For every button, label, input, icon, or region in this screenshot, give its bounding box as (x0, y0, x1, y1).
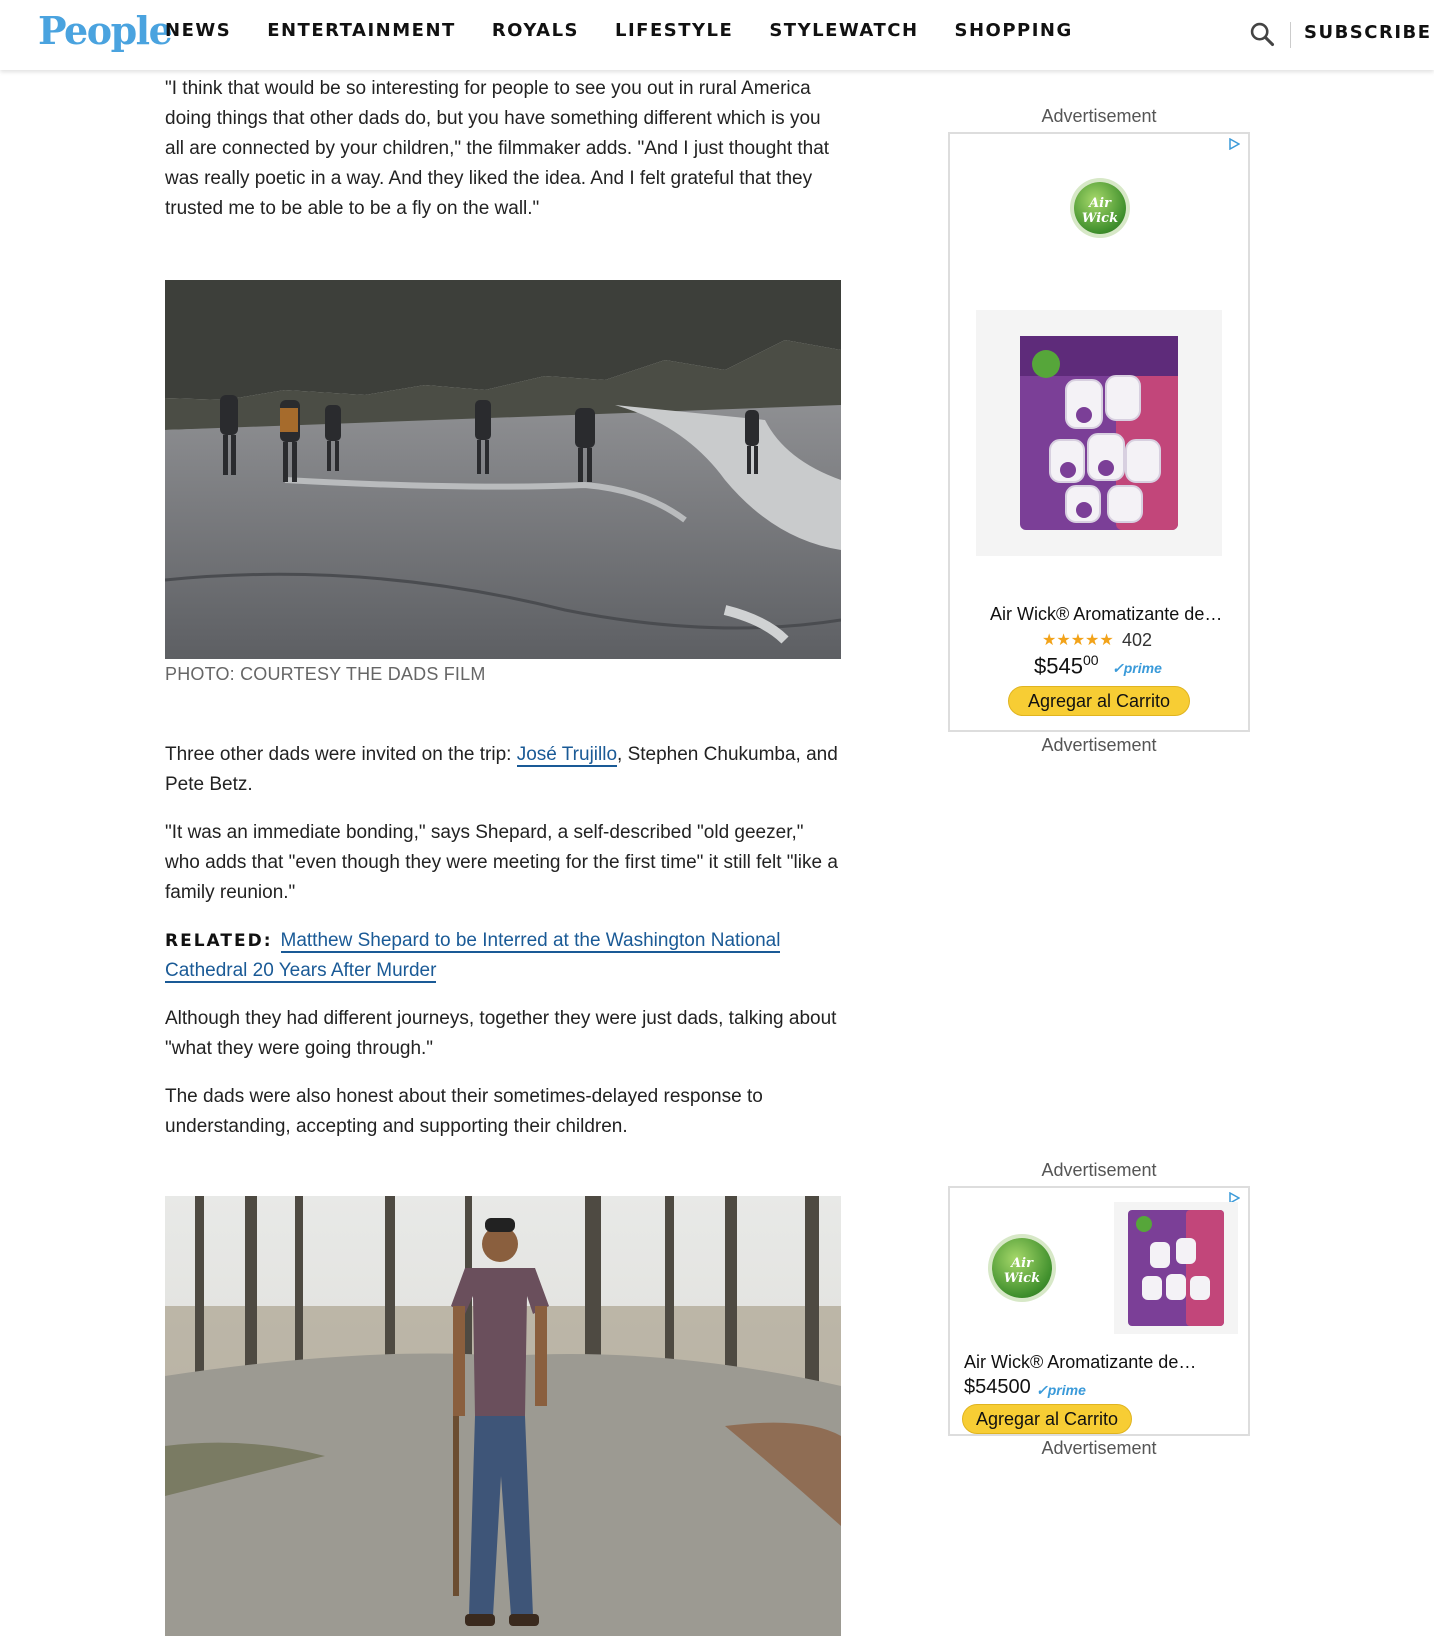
add-to-cart-button[interactable]: Agregar al Carrito (1008, 686, 1190, 716)
ad-product-title[interactable]: Air Wick® Aromatizante de… (990, 604, 1222, 625)
product-image[interactable] (976, 310, 1222, 556)
article-paragraph: Although they had different journeys, to… (165, 1008, 837, 1059)
prime-badge-icon: ✓prime (1036, 1382, 1086, 1398)
article-photo-man-in-woods (165, 1196, 841, 1636)
search-icon[interactable] (1248, 20, 1276, 48)
nav-lifestyle[interactable]: LIFESTYLE (615, 20, 733, 41)
advertisement-label: Advertisement (1041, 1160, 1157, 1180)
brand-name: Air Wick (1081, 196, 1119, 226)
price-main: 545 (1046, 653, 1083, 679)
ad-unit[interactable]: Air Wick Air Wick® Aromatizante de… ★★★★… (948, 132, 1250, 732)
main-nav: NEWS ENTERTAINMENT ROYALS LIFESTYLE STYL… (165, 20, 1073, 41)
nav-shopping[interactable]: SHOPPING (955, 20, 1073, 41)
jose-trujillo-link[interactable]: José Trujillo (516, 744, 618, 767)
nav-royals[interactable]: ROYALS (492, 20, 579, 41)
ad-choices-icon[interactable] (1228, 138, 1240, 150)
ad-product-title[interactable]: Air Wick® Aromatizante de… (964, 1352, 1196, 1373)
rating-stars-icon: ★★★★★ (1042, 632, 1114, 649)
nav-stylewatch[interactable]: STYLEWATCH (769, 20, 918, 41)
photo-caption: PHOTO: COURTESY THE DADS FILM (165, 664, 486, 684)
people-logo[interactable]: People (38, 8, 173, 53)
ad-price: $54500 (964, 1376, 1031, 1398)
related-label: RELATED: (165, 931, 273, 951)
subscribe-link[interactable]: SUBSCRIBE (1304, 22, 1432, 43)
nav-news[interactable]: NEWS (165, 20, 231, 41)
air-wick-logo: Air Wick (992, 1238, 1052, 1298)
article-paragraph: Three other dads were invited on the tri… (165, 740, 841, 800)
advertisement-label: Advertisement (1041, 1438, 1157, 1458)
ad-price: $54500 (1034, 652, 1099, 679)
price-currency: $ (1034, 653, 1047, 679)
paragraph-text: Three other dads were invited on the tri… (165, 744, 517, 765)
advertisement-label: Advertisement (1041, 735, 1157, 755)
advertisement-label: Advertisement (1041, 106, 1157, 126)
ad-unit[interactable]: Air Wick Air Wick® Aromatizante de… $545… (948, 1186, 1250, 1436)
price-cents: 00 (1082, 652, 1099, 668)
prime-badge-icon: ✓prime (1112, 660, 1162, 676)
related-article: RELATED: Matthew Shepard to be Interred a… (165, 926, 841, 986)
add-to-cart-button[interactable]: Agregar al Carrito (962, 1404, 1132, 1434)
nav-entertainment[interactable]: ENTERTAINMENT (267, 20, 456, 41)
header-divider (1290, 22, 1291, 48)
top-navigation-bar: People NEWS ENTERTAINMENT ROYALS LIFESTY… (0, 0, 1434, 70)
article-paragraph: The dads were also honest about their so… (165, 1086, 763, 1137)
brand-name: Air Wick (1003, 1256, 1041, 1286)
article-paragraph: "It was an immediate bonding," says Shep… (165, 822, 838, 903)
air-wick-logo: Air Wick (1074, 182, 1126, 234)
rating-count: 402 (1122, 630, 1153, 650)
product-image[interactable] (1114, 1202, 1238, 1334)
article-paragraph: "I think that would be so interesting fo… (165, 78, 830, 219)
article-photo-river-walk (165, 280, 841, 659)
